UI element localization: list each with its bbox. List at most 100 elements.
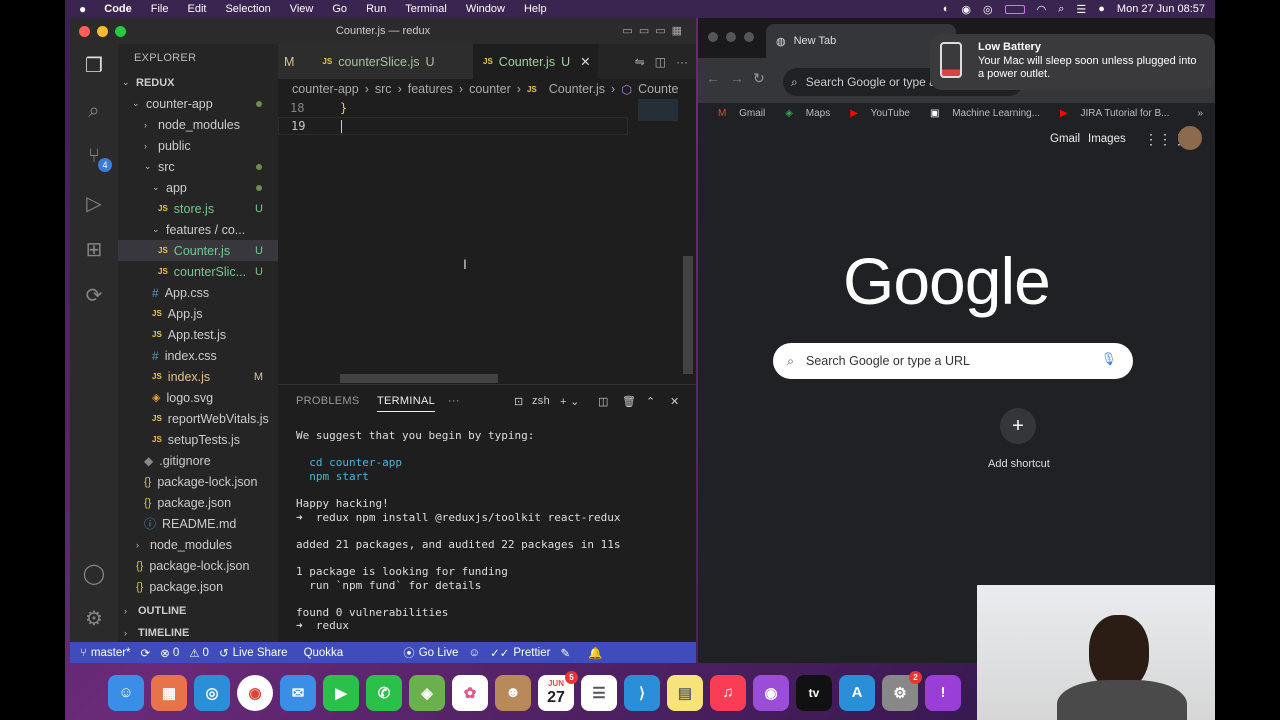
app-store-icon[interactable]: A — [839, 674, 875, 711]
tree-item[interactable]: ⌄ features / co... — [118, 219, 278, 240]
tree-item[interactable]: JS reportWebVitals.js — [118, 408, 278, 429]
bookmark-youtube[interactable]: ▶ YouTube — [840, 108, 910, 119]
zoom-window-button[interactable] — [115, 26, 126, 37]
tree-item[interactable]: {} package-lock.json — [118, 471, 278, 492]
tree-item[interactable]: JS store.js U — [118, 198, 278, 219]
settings-gear-icon[interactable]: ⚙ — [82, 607, 106, 631]
control-center-icon[interactable]: ☰ — [1076, 3, 1086, 16]
clock[interactable]: Mon 27 Jun 08:57 — [1117, 3, 1205, 15]
vertical-scrollbar[interactable] — [683, 256, 693, 374]
menu-file[interactable]: File — [151, 3, 169, 15]
breadcrumb-item[interactable]: Counte — [638, 82, 678, 96]
minimize-window-button[interactable] — [97, 26, 108, 37]
tree-item[interactable]: JS Counter.js U — [118, 240, 278, 261]
system-preferences-icon[interactable]: ⚙ 2 — [882, 670, 922, 711]
feedback-assistant-icon[interactable]: ! — [925, 674, 961, 711]
new-terminal-icon[interactable]: + ⌄ — [560, 395, 580, 408]
notifications-bell-icon[interactable]: 🔔 — [588, 646, 602, 660]
prettier[interactable]: Prettier — [513, 647, 550, 659]
tree-item[interactable]: JS index.js M — [118, 366, 278, 387]
tree-item[interactable]: ◆ .gitignore — [118, 450, 278, 471]
avatar[interactable] — [1178, 126, 1202, 150]
tab-counterslice[interactable]: M JS counterSlice.js U — [278, 44, 473, 79]
tree-item[interactable]: ⌄ src — [118, 156, 278, 177]
microphone-icon[interactable]: 🎙 — [1101, 352, 1117, 367]
run-debug-icon[interactable]: ▷ — [82, 192, 106, 216]
tree-item[interactable]: {} package-lock.json — [118, 555, 278, 576]
minimize-window-button[interactable] — [726, 32, 736, 42]
status-menu-icon[interactable]: ◉ — [961, 3, 971, 16]
apple-tv-icon[interactable]: tv — [796, 674, 832, 711]
battery-icon[interactable] — [1004, 4, 1025, 14]
extensions-icon[interactable]: ⊞ — [82, 238, 106, 262]
maximize-panel-icon[interactable]: ⌃ — [646, 395, 656, 408]
terminal-output[interactable]: We suggest that you begin by typing: cd … — [296, 429, 621, 633]
low-battery-notification[interactable]: Low Battery Your Mac will sleep soon unl… — [930, 34, 1215, 90]
back-icon[interactable]: ← — [706, 70, 720, 86]
compare-icon[interactable]: ⇋ — [635, 55, 645, 69]
wifi-icon[interactable]: ◠ — [1037, 3, 1047, 16]
tree-item[interactable]: › node_modules — [118, 534, 278, 555]
menu-run[interactable]: Run — [366, 3, 386, 15]
warnings-count[interactable]: 0 — [203, 647, 209, 659]
breadcrumb-item[interactable]: Counter.js — [549, 82, 605, 96]
menu-terminal[interactable]: Terminal — [405, 3, 447, 15]
menu-go[interactable]: Go — [332, 3, 347, 15]
tree-item[interactable]: › node_modules — [118, 114, 278, 135]
zoom-window-button[interactable] — [744, 32, 754, 42]
photos-icon[interactable]: ✿ — [452, 674, 488, 711]
split-terminal-icon[interactable]: ◫ — [598, 395, 609, 408]
bookmark-jira[interactable]: ▶ JIRA Tutorial for B... — [1050, 108, 1169, 119]
add-shortcut-button[interactable]: + — [1000, 408, 1036, 444]
close-window-button[interactable] — [708, 32, 718, 42]
tree-item[interactable]: JS App.js — [118, 303, 278, 324]
menu-view[interactable]: View — [290, 3, 314, 15]
close-tab-icon[interactable]: ✕ — [580, 54, 590, 69]
code-editor[interactable]: 18 } 19 I — [278, 99, 696, 384]
close-panel-icon[interactable]: ✕ — [670, 395, 680, 408]
calendar-icon[interactable]: JUN 27 5 — [538, 670, 578, 711]
menu-app-name[interactable]: Code — [104, 3, 132, 15]
shell-name[interactable]: zsh — [532, 395, 550, 407]
account-icon[interactable]: ◯ — [82, 562, 106, 586]
apple-icon[interactable]: ● — [79, 2, 86, 16]
feedback-icon[interactable]: ✎ — [560, 646, 570, 660]
go-live[interactable]: Go Live — [419, 647, 459, 659]
more-actions-icon[interactable]: ··· — [676, 55, 688, 69]
tab-new-tab[interactable]: ◍ New Tab — [766, 24, 956, 58]
vscode-icon[interactable]: ⟩ — [624, 674, 660, 711]
tab-problems[interactable]: PROBLEMS — [296, 395, 360, 407]
tree-item[interactable]: # index.css — [118, 345, 278, 366]
git-branch[interactable]: master* — [91, 647, 131, 659]
podcasts-icon[interactable]: ◉ — [753, 674, 789, 711]
timeline-section[interactable]: › TIMELINE — [118, 622, 278, 643]
reminders-icon[interactable]: ☰ — [581, 674, 617, 711]
messages-icon[interactable]: ✆ — [366, 674, 402, 711]
breadcrumb-item[interactable]: src — [375, 82, 392, 96]
images-link[interactable]: Images — [1088, 133, 1126, 145]
tab-counter[interactable]: JS Counter.js U ✕ — [473, 44, 598, 79]
finder-icon[interactable]: ☺ — [108, 674, 144, 711]
bookmark-maps[interactable]: ◈ Maps — [775, 108, 830, 119]
facetime-icon[interactable]: ▶ — [323, 674, 359, 711]
bookmark-gmail[interactable]: M Gmail — [708, 108, 765, 119]
forward-icon[interactable]: → — [730, 70, 744, 86]
explorer-icon[interactable]: ❐ — [82, 54, 106, 78]
maps-icon[interactable]: ◈ — [409, 674, 445, 711]
spotlight-icon[interactable]: ⌕ — [1058, 3, 1064, 16]
more-bookmarks-icon[interactable]: » — [1197, 108, 1203, 119]
live-share[interactable]: Live Share — [233, 647, 288, 659]
tree-item[interactable]: JS App.test.js — [118, 324, 278, 345]
menu-selection[interactable]: Selection — [225, 3, 270, 15]
tab-terminal[interactable]: TERMINAL — [377, 395, 436, 412]
menu-help[interactable]: Help — [524, 3, 547, 15]
tree-item[interactable]: # App.css — [118, 282, 278, 303]
tree-item[interactable]: › public — [118, 135, 278, 156]
music-icon[interactable]: ♫ — [710, 674, 746, 711]
reload-icon[interactable]: ↻ — [753, 70, 765, 87]
remote-explorer-icon[interactable]: ⟳ — [82, 284, 106, 308]
tree-item[interactable]: JS counterSlic... U — [118, 261, 278, 282]
tree-item[interactable]: ⓘ README.md — [118, 513, 278, 534]
close-window-button[interactable] — [79, 26, 90, 37]
tree-item[interactable]: ⌄ counter-app — [118, 93, 278, 114]
